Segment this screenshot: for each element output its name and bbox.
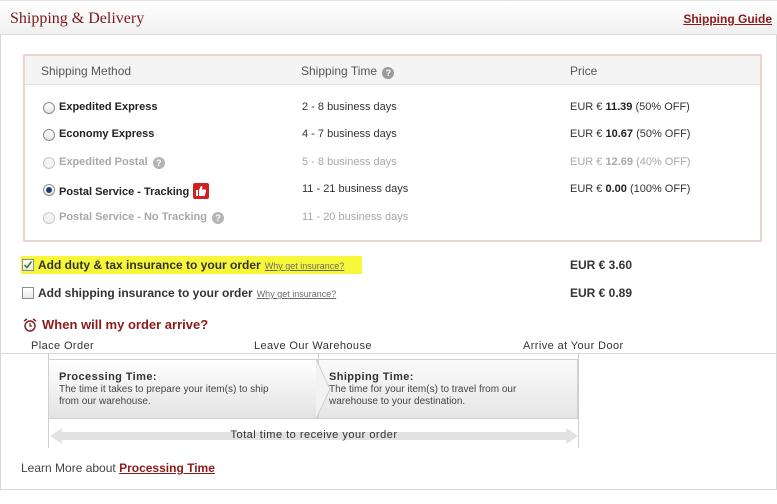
timeline-divider xyxy=(1,353,776,354)
duty-insurance-price: EUR € 3.60 xyxy=(570,258,633,272)
arrival-title: When will my order arrive? xyxy=(42,317,209,332)
shipping-insurance-checkbox[interactable] xyxy=(22,287,34,299)
timeline-tick xyxy=(578,353,579,448)
shipping-guide-link[interactable]: Shipping Guide xyxy=(683,12,772,26)
learn-more: Learn More about Processing Time xyxy=(21,461,215,475)
shipping-option-economy-express[interactable]: Economy Express 4 - 7 business days EUR … xyxy=(25,126,760,146)
price: EUR € 0.00 (100% OFF) xyxy=(570,183,691,195)
radio-button xyxy=(43,157,55,169)
why-insurance-link[interactable]: Why get insurance? xyxy=(265,261,345,271)
shipping-methods-table: Shipping Method Shipping Time ? Price Ex… xyxy=(23,54,762,242)
panel-header: Shipping & Delivery Shipping Guide xyxy=(0,0,777,35)
step-arrive-door: Arrive at Your Door xyxy=(523,340,624,352)
radio-button xyxy=(43,212,55,224)
shipping-option-expedited-express[interactable]: Expedited Express 2 - 8 business days EU… xyxy=(25,99,760,119)
col-price-header: Price xyxy=(570,64,598,78)
radio-button[interactable] xyxy=(43,129,55,141)
step-leave-warehouse: Leave Our Warehouse xyxy=(254,340,372,352)
alarm-clock-icon xyxy=(23,318,37,335)
help-icon[interactable]: ? xyxy=(382,67,395,79)
shipping-insurance-price: EUR € 0.89 xyxy=(570,286,633,300)
help-icon[interactable]: ? xyxy=(152,157,165,169)
col-time-header: Shipping Time ? xyxy=(301,64,395,79)
thumbs-up-icon xyxy=(193,183,210,199)
shipping-time-box: Shipping Time: The time for your item(s)… xyxy=(318,359,578,419)
why-insurance-link[interactable]: Why get insurance? xyxy=(257,289,337,299)
step-place-order: Place Order xyxy=(31,340,95,352)
chevron-arrow-icon xyxy=(316,359,331,419)
radio-button[interactable] xyxy=(43,102,55,114)
total-time-bar: Total time to receive your order xyxy=(50,428,578,444)
processing-time-link[interactable]: Processing Time xyxy=(119,461,215,475)
help-icon[interactable]: ? xyxy=(212,212,225,224)
shipping-option-postal-tracking[interactable]: Postal Service - Tracking 11 - 21 busine… xyxy=(25,181,760,201)
radio-button-selected[interactable] xyxy=(43,184,55,196)
shipping-option-postal-no-tracking: Postal Service - No Tracking ? 11 - 20 b… xyxy=(25,209,760,229)
total-time-label: Total time to receive your order xyxy=(230,429,398,441)
shipping-option-expedited-postal: Expedited Postal ? 5 - 8 business days E… xyxy=(25,154,760,174)
processing-time-box: Processing Time: The time it takes to pr… xyxy=(48,359,318,419)
price: EUR € 11.39 (50% OFF) xyxy=(570,101,690,113)
panel-title: Shipping & Delivery xyxy=(10,10,145,27)
price: EUR € 12.69 (40% OFF) xyxy=(570,156,691,168)
duty-insurance-checkbox[interactable] xyxy=(22,259,34,271)
col-method-header: Shipping Method xyxy=(41,64,132,78)
table-header: Shipping Method Shipping Time ? Price xyxy=(25,56,760,85)
price: EUR € 10.67 (50% OFF) xyxy=(570,128,691,140)
